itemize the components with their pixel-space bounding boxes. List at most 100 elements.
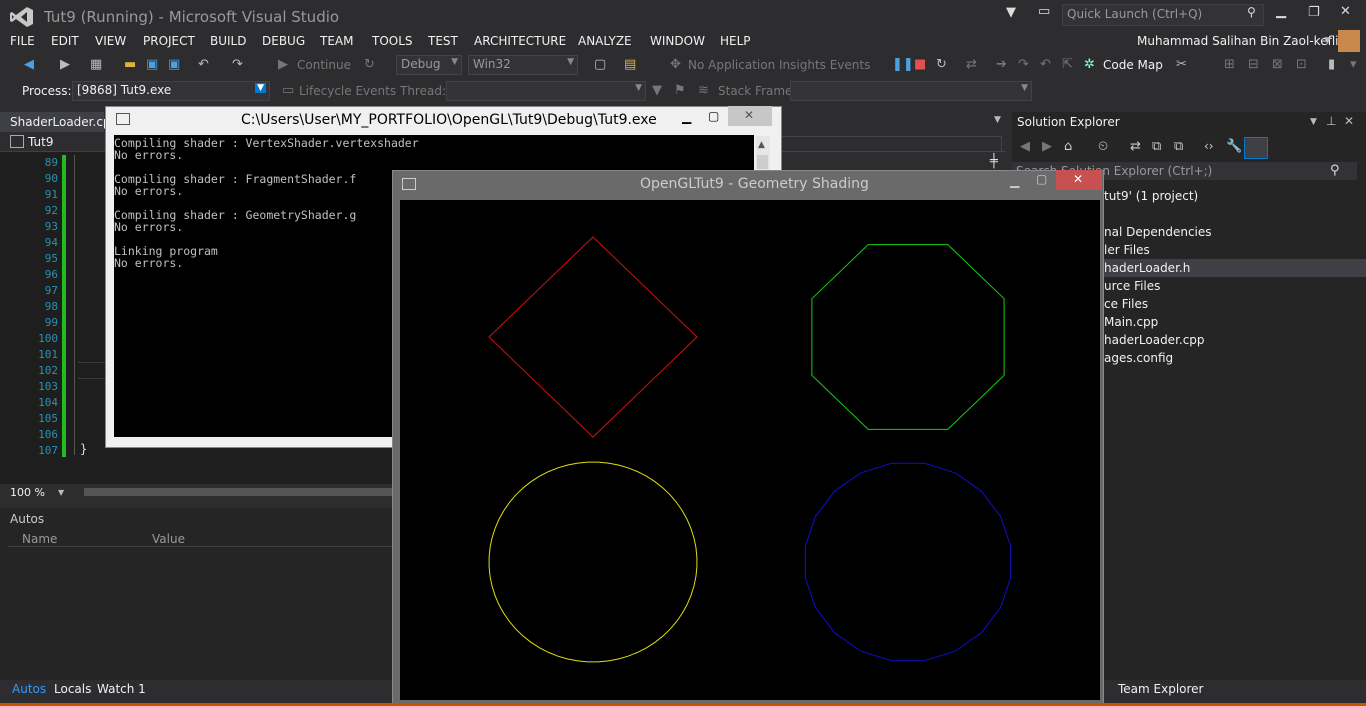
filter-icon[interactable]: ▼ <box>1006 5 1016 20</box>
back-icon[interactable]: ◀ <box>24 57 34 72</box>
step-over-icon[interactable]: ↷ <box>1018 57 1029 72</box>
stack-frame-select[interactable]: ▼ <box>790 81 1032 101</box>
hex-icon[interactable]: ⇱ <box>1062 57 1073 72</box>
menu-analyze[interactable]: ANALYZE <box>578 34 632 48</box>
code-map-button[interactable]: Code Map <box>1103 58 1163 72</box>
save-all-icon[interactable]: ▣ <box>168 57 180 72</box>
chevron-down-icon[interactable]: ▼ <box>1324 36 1331 46</box>
value-column-header[interactable]: Value <box>152 532 185 546</box>
menu-window[interactable]: WINDOW <box>650 34 705 48</box>
tree-item-solution[interactable]: tut9' (1 project) <box>1104 189 1198 203</box>
menu-test[interactable]: TEST <box>428 34 458 48</box>
menu-build[interactable]: BUILD <box>210 34 246 48</box>
nav-member-combo[interactable] <box>780 136 1002 152</box>
overflow-icon[interactable]: ▾ <box>1350 57 1357 72</box>
stop-icon[interactable]: ■ <box>914 57 926 72</box>
gl-maximize-icon[interactable]: ▢ <box>1036 172 1047 186</box>
tree-item-source-files[interactable]: ce Files <box>1104 297 1148 311</box>
console-minimize-icon[interactable]: ▁ <box>682 110 691 124</box>
gl-minimize-icon[interactable]: ▁ <box>1010 174 1019 188</box>
nav-project-combo[interactable]: Tut9 <box>28 135 53 149</box>
menu-architecture[interactable]: ARCHITECTURE <box>474 34 566 48</box>
close-icon[interactable]: ✕ <box>1340 4 1351 19</box>
avatar[interactable] <box>1338 30 1360 52</box>
align3-icon[interactable]: ⊠ <box>1272 57 1283 72</box>
tree-item-external-dependencies[interactable]: nal Dependencies <box>1104 225 1212 239</box>
save-icon[interactable]: ▣ <box>146 57 158 72</box>
step-out-icon[interactable]: ↶ <box>1040 57 1051 72</box>
panel-dropdown-icon[interactable]: ▼ <box>1310 117 1317 127</box>
refresh-icon[interactable]: ↻ <box>364 57 375 72</box>
scroll-thumb[interactable] <box>757 155 768 169</box>
align4-icon[interactable]: ⊡ <box>1296 57 1307 72</box>
menu-file[interactable]: FILE <box>10 34 35 48</box>
menu-project[interactable]: PROJECT <box>143 34 195 48</box>
menu-team[interactable]: TEAM <box>320 34 353 48</box>
preview-selected-button[interactable] <box>1244 137 1268 159</box>
tree-item-resource-files[interactable]: urce Files <box>1104 279 1160 293</box>
align2-icon[interactable]: ⊟ <box>1248 57 1259 72</box>
restart-icon[interactable]: ↻ <box>936 57 947 72</box>
menu-view[interactable]: VIEW <box>95 34 126 48</box>
pin-icon[interactable]: ⊥ <box>1326 114 1336 128</box>
scroll-up-icon[interactable]: ▲ <box>758 140 765 150</box>
insights-label[interactable]: No Application Insights Events <box>688 58 870 72</box>
tree-item-main-cpp[interactable]: Main.cpp <box>1104 315 1158 329</box>
show-next-statement-icon[interactable]: ⇄ <box>966 57 977 72</box>
process-select[interactable]: [9868] Tut9.exe ▼ <box>72 81 270 101</box>
tree-item-header-files[interactable]: ler Files <box>1104 243 1150 257</box>
user-name[interactable]: Muhammad Salihan Bin Zaol-kefli <box>1137 34 1338 48</box>
horizontal-scrollbar[interactable] <box>84 488 392 496</box>
lifecycle-icon[interactable]: ▭ <box>282 83 294 98</box>
tab-shaderloader[interactable]: ShaderLoader.cpp <box>0 112 118 132</box>
attach-icon[interactable]: ▢ <box>594 57 606 72</box>
new-project-icon[interactable]: ▦ <box>90 57 102 72</box>
panel-close-icon[interactable]: ✕ <box>1344 114 1354 128</box>
name-column-header[interactable]: Name <box>22 532 57 546</box>
tree-item-packages-config[interactable]: ages.config <box>1104 351 1173 365</box>
thread-select[interactable]: ▼ <box>446 81 646 101</box>
collapse-all-icon[interactable]: ⧉ <box>1152 139 1161 154</box>
pause-icon[interactable]: ❚❚ <box>892 57 914 72</box>
minimize-icon[interactable]: ▁ <box>1276 4 1286 19</box>
continue-icon[interactable]: ▶ <box>278 57 288 72</box>
tab-watch-1[interactable]: Watch 1 <box>97 682 146 696</box>
refresh-se-icon[interactable]: ⇄ <box>1130 139 1141 154</box>
restore-icon[interactable]: ❐ <box>1308 5 1320 20</box>
flag-icon[interactable]: ⚑ <box>674 83 686 98</box>
view-code-icon[interactable]: ‹› <box>1204 139 1214 153</box>
config-select[interactable]: Debug ▼ <box>396 55 462 75</box>
stack-icon[interactable]: ≋ <box>698 83 709 98</box>
gl-render-canvas[interactable] <box>400 200 1100 700</box>
continue-button[interactable]: Continue <box>297 58 351 72</box>
quick-launch-input[interactable]: Quick Launch (Ctrl+Q) ⚲ <box>1062 4 1264 26</box>
menu-edit[interactable]: EDIT <box>51 34 79 48</box>
lifecycle-events-button[interactable]: Lifecycle Events <box>299 84 396 98</box>
menu-help[interactable]: HELP <box>720 34 751 48</box>
tab-autos[interactable]: Autos <box>12 682 46 696</box>
feedback-icon[interactable]: ▭ <box>1038 4 1050 19</box>
filter-thread-icon[interactable]: ▼ <box>652 83 662 98</box>
step-into-icon[interactable]: ➔ <box>996 57 1007 72</box>
tree-item-shaderloader-h[interactable]: haderLoader.h <box>1104 261 1190 275</box>
insights-icon[interactable]: ✥ <box>670 57 681 72</box>
breakpoint-icon[interactable]: ✂ <box>1176 57 1187 72</box>
console-maximize-icon[interactable]: ▢ <box>708 109 719 123</box>
console-close-button[interactable]: ✕ <box>728 106 772 126</box>
code-map-icon[interactable]: ✲ <box>1084 57 1095 72</box>
menu-debug[interactable]: DEBUG <box>262 34 305 48</box>
align-icon[interactable]: ⊞ <box>1224 57 1235 72</box>
tab-overflow-icon[interactable]: ▼ <box>994 115 1001 125</box>
se-forward-icon[interactable]: ▶ <box>1042 139 1052 154</box>
menu-tools[interactable]: TOOLS <box>372 34 413 48</box>
gl-close-button[interactable]: ✕ <box>1056 170 1102 190</box>
tree-item-shaderloader-cpp[interactable]: haderLoader.cpp <box>1104 333 1205 347</box>
se-back-icon[interactable]: ◀ <box>1020 139 1030 154</box>
sync-icon[interactable]: ⏲ <box>1098 139 1108 154</box>
platform-select[interactable]: Win32 ▼ <box>468 55 578 75</box>
zoom-level[interactable]: 100 % <box>10 486 45 499</box>
home-icon[interactable]: ⌂ <box>1064 139 1072 154</box>
split-icon[interactable]: ╪ <box>990 154 998 169</box>
forward-icon[interactable]: ▶ <box>60 57 70 72</box>
bookmark-icon[interactable]: ▮ <box>1328 57 1335 72</box>
